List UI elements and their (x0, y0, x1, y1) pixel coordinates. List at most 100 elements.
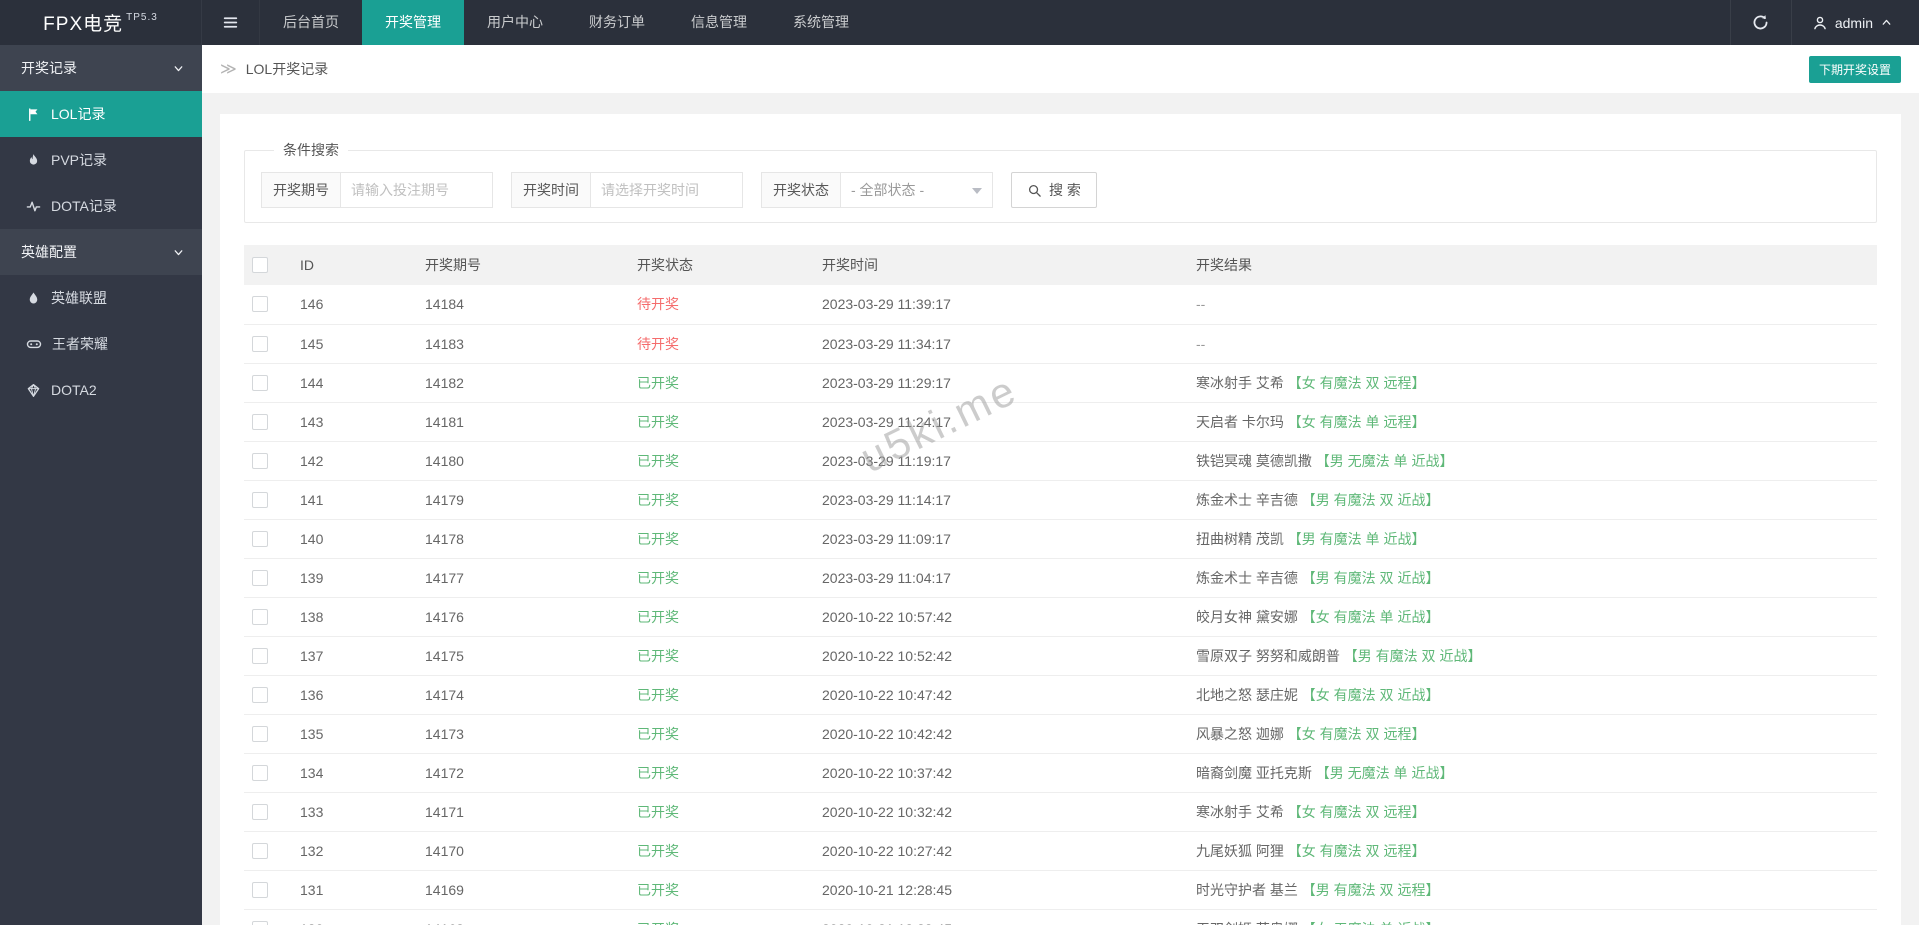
row-checkbox[interactable] (252, 413, 268, 430)
search-panel: 条件搜索 开奖期号 开奖时间 开奖状态 - 全部状态 - 搜 索 (244, 140, 1877, 223)
nav-item-1[interactable]: 后台首页 (260, 0, 362, 45)
result-attributes: 【男 有魔法 单 近战】 (1287, 530, 1426, 547)
row-id-cell: 131 (292, 870, 417, 910)
search-field-label: 开奖状态 (761, 172, 841, 208)
sidebar-item-王者荣耀[interactable]: 王者荣耀 (0, 321, 202, 367)
row-checkbox[interactable] (252, 647, 268, 664)
sidebar-item-英雄联盟[interactable]: 英雄联盟 (0, 275, 202, 321)
issue-number-input[interactable] (341, 172, 493, 208)
row-checkbox[interactable] (252, 608, 268, 625)
sidebar-group-1[interactable]: 开奖记录 (0, 45, 202, 91)
select-all-checkbox[interactable] (252, 257, 268, 273)
nav-item-3[interactable]: 用户中心 (464, 0, 566, 45)
row-status-cell: 已开奖 (629, 753, 814, 793)
nav-item-2[interactable]: 开奖管理 (362, 0, 464, 45)
row-status-cell: 已开奖 (629, 636, 814, 676)
row-checkbox[interactable] (252, 686, 268, 703)
search-button-label: 搜 索 (1049, 182, 1081, 198)
row-status-cell: 已开奖 (629, 792, 814, 832)
refresh-icon (1752, 14, 1769, 31)
row-checkbox[interactable] (252, 569, 268, 586)
sidebar-group-2[interactable]: 英雄配置 (0, 229, 202, 275)
row-checkbox-cell (244, 636, 292, 676)
row-id-cell: 134 (292, 753, 417, 793)
result-hero: 炼金术士 辛吉德 (1196, 491, 1302, 508)
row-time-cell: 2023-03-29 11:04:17 (814, 558, 1188, 598)
search-button[interactable]: 搜 索 (1011, 172, 1097, 208)
column-header-ID: ID (292, 245, 417, 285)
result-empty: -- (1196, 335, 1206, 352)
row-checkbox[interactable] (252, 452, 268, 469)
table-row: 146 14184 待开奖 2023-03-29 11:39:17 -- (244, 285, 1877, 325)
row-id-cell: 144 (292, 363, 417, 403)
gem-icon (26, 383, 41, 398)
user-menu[interactable]: admin (1792, 0, 1919, 45)
row-checkbox[interactable] (252, 491, 268, 508)
row-result-cell: 炼金术士 辛吉德 【男 有魔法 双 近战】 (1188, 558, 1877, 598)
status-select-value: - 全部状态 - (851, 182, 925, 198)
row-checkbox[interactable] (252, 335, 268, 352)
row-checkbox[interactable] (252, 530, 268, 547)
row-checkbox[interactable] (252, 842, 268, 859)
row-checkbox[interactable] (252, 374, 268, 391)
result-hero: 风暴之怒 迦娜 (1196, 725, 1288, 742)
breadcrumb: ≫ LOL开奖记录 下期开奖设置 (202, 45, 1919, 93)
row-status-cell: 已开奖 (629, 909, 814, 925)
row-issue-cell: 14183 (417, 324, 629, 364)
row-result-cell: -- (1188, 324, 1877, 364)
row-status-cell: 已开奖 (629, 480, 814, 520)
row-issue-cell: 14180 (417, 441, 629, 481)
sidebar-item-label: DOTA2 (51, 382, 97, 398)
table-row: 134 14172 已开奖 2020-10-22 10:37:42 暗裔剑魔 亚托克斯 … (244, 753, 1877, 793)
row-issue-cell: 14176 (417, 597, 629, 637)
status-select[interactable]: - 全部状态 - (841, 172, 993, 208)
row-checkbox-cell (244, 441, 292, 481)
row-id-cell: 139 (292, 558, 417, 598)
draw-time-input[interactable] (591, 172, 743, 208)
sidebar-item-DOTA2[interactable]: DOTA2 (0, 367, 202, 413)
sidebar-group-label: 英雄配置 (21, 244, 77, 260)
row-checkbox[interactable] (252, 920, 268, 925)
table-row: 137 14175 已开奖 2020-10-22 10:52:42 雪原双子 努努和威朗… (244, 636, 1877, 676)
row-time-cell: 2023-03-29 11:24:17 (814, 402, 1188, 442)
row-checkbox-cell (244, 402, 292, 442)
row-result-cell: 扭曲树精 茂凯 【男 有魔法 单 近战】 (1188, 519, 1877, 559)
table-row: 140 14178 已开奖 2023-03-29 11:09:17 扭曲树精 茂凯 【男… (244, 519, 1877, 559)
sidebar-item-DOTA记录[interactable]: DOTA记录 (0, 183, 202, 229)
row-time-cell: 2023-03-29 11:09:17 (814, 519, 1188, 559)
row-id-cell: 140 (292, 519, 417, 559)
row-checkbox[interactable] (252, 764, 268, 781)
menu-toggle-button[interactable] (202, 0, 260, 45)
next-draw-settings-button[interactable]: 下期开奖设置 (1808, 56, 1901, 83)
row-result-cell: 暗裔剑魔 亚托克斯 【男 无魔法 单 近战】 (1188, 753, 1877, 793)
row-time-cell: 2020-10-22 10:42:42 (814, 714, 1188, 754)
column-header-开奖期号: 开奖期号 (417, 245, 629, 285)
search-field-group-1: 开奖期号 (261, 172, 493, 208)
sidebar-item-label: 英雄联盟 (51, 290, 107, 306)
result-hero: 雪原双子 努努和威朗普 (1196, 647, 1344, 664)
nav-item-5[interactable]: 信息管理 (668, 0, 770, 45)
row-checkbox[interactable] (252, 881, 268, 898)
row-checkbox[interactable] (252, 725, 268, 742)
result-hero: 天启者 卡尔玛 (1196, 413, 1288, 430)
sidebar-item-label: 王者荣耀 (52, 336, 108, 352)
sidebar-item-PVP记录[interactable]: PVP记录 (0, 137, 202, 183)
table-row: 143 14181 已开奖 2023-03-29 11:24:17 天启者 卡尔玛 【女… (244, 402, 1877, 442)
refresh-button[interactable] (1729, 0, 1792, 45)
nav-item-6[interactable]: 系统管理 (770, 0, 872, 45)
header-spacer (872, 0, 1730, 45)
row-checkbox-cell (244, 480, 292, 520)
sidebar: 开奖记录 LOL记录 PVP记录 DOTA记录英雄配置英雄联盟王者荣耀 DOTA2 (0, 45, 202, 925)
row-checkbox[interactable] (252, 296, 268, 313)
sidebar-item-LOL记录[interactable]: LOL记录 (0, 91, 202, 137)
result-attributes: 【女 有魔法 双 远程】 (1287, 374, 1426, 391)
row-checkbox-cell (244, 831, 292, 871)
row-id-cell: 138 (292, 597, 417, 637)
row-id-cell: 133 (292, 792, 417, 832)
table-row: 144 14182 已开奖 2023-03-29 11:29:17 寒冰射手 艾希 【女… (244, 363, 1877, 403)
row-result-cell: 风暴之怒 迦娜 【女 有魔法 双 远程】 (1188, 714, 1877, 754)
nav-item-4[interactable]: 财务订单 (566, 0, 668, 45)
row-checkbox-cell (244, 597, 292, 637)
result-attributes: 【男 有魔法 双 近战】 (1301, 569, 1440, 586)
row-checkbox[interactable] (252, 803, 268, 820)
